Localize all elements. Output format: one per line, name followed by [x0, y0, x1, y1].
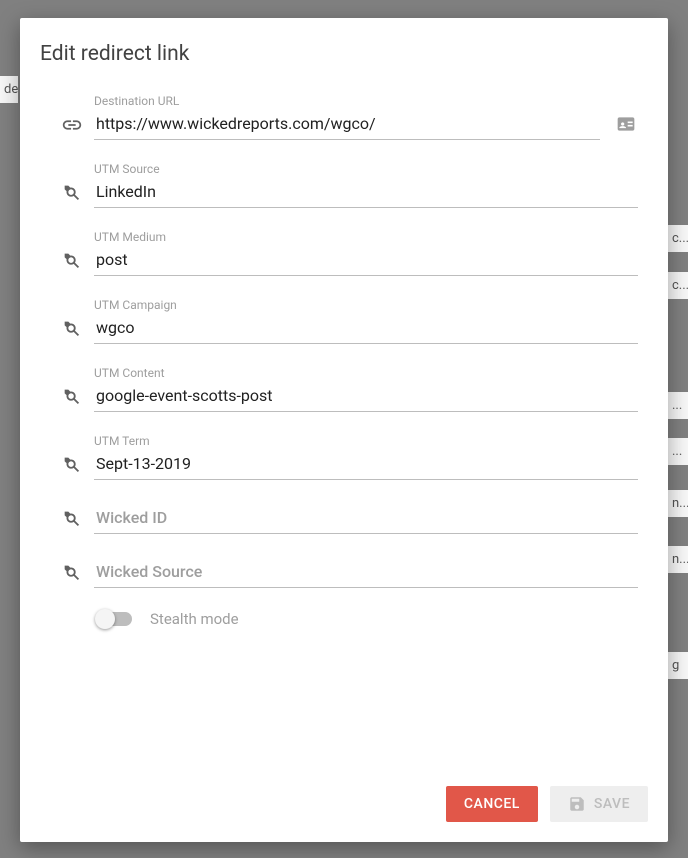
dialog-title: Edit redirect link: [40, 42, 648, 66]
toggle-knob: [95, 609, 115, 629]
label-destination-url: Destination URL: [94, 94, 638, 108]
field-utm-content: UTM Content: [60, 366, 638, 412]
save-button: SAVE: [550, 786, 648, 822]
form-area: Destination URL UTM Source: [40, 94, 648, 756]
label-utm-medium: UTM Medium: [94, 230, 638, 244]
search-replace-icon: [60, 385, 84, 409]
edit-redirect-dialog: Edit redirect link Destination URL UTM S…: [20, 18, 668, 842]
wicked-id-input[interactable]: [94, 504, 638, 534]
field-utm-source: UTM Source: [60, 162, 638, 208]
field-wicked-id: [60, 504, 638, 534]
destination-url-input[interactable]: [94, 110, 600, 140]
bg-fragment: c...: [668, 225, 688, 252]
wicked-source-input[interactable]: [94, 558, 638, 588]
field-utm-term: UTM Term: [60, 434, 638, 480]
save-icon: [568, 795, 586, 813]
utm-source-input[interactable]: [94, 178, 638, 208]
bg-fragment: de: [0, 76, 18, 103]
bg-fragment: ...: [668, 392, 688, 419]
contact-card-icon[interactable]: [616, 114, 638, 136]
field-wicked-source: [60, 558, 638, 588]
field-utm-campaign: UTM Campaign: [60, 298, 638, 344]
field-utm-medium: UTM Medium: [60, 230, 638, 276]
utm-campaign-input[interactable]: [94, 314, 638, 344]
save-button-label: SAVE: [594, 796, 630, 812]
search-replace-icon: [60, 181, 84, 205]
label-utm-campaign: UTM Campaign: [94, 298, 638, 312]
label-utm-source: UTM Source: [94, 162, 638, 176]
search-replace-icon: [60, 453, 84, 477]
field-destination-url: Destination URL: [60, 94, 638, 140]
search-replace-icon: [60, 249, 84, 273]
dialog-actions: CANCEL SAVE: [40, 786, 648, 822]
bg-fragment: n...: [668, 490, 688, 517]
stealth-mode-label: Stealth mode: [150, 610, 239, 628]
search-replace-icon: [60, 317, 84, 341]
utm-medium-input[interactable]: [94, 246, 638, 276]
bg-fragment: n...: [668, 546, 688, 573]
cancel-button[interactable]: CANCEL: [446, 786, 538, 822]
search-replace-icon: [60, 507, 84, 531]
label-utm-content: UTM Content: [94, 366, 638, 380]
link-icon: [60, 113, 84, 137]
utm-content-input[interactable]: [94, 382, 638, 412]
bg-fragment: ...: [668, 438, 688, 465]
search-replace-icon: [60, 561, 84, 585]
bg-fragment: g: [668, 652, 688, 679]
bg-fragment: c...: [668, 272, 688, 299]
stealth-mode-toggle[interactable]: [98, 612, 132, 626]
utm-term-input[interactable]: [94, 450, 638, 480]
label-utm-term: UTM Term: [94, 434, 638, 448]
stealth-mode-row: Stealth mode: [98, 610, 638, 628]
